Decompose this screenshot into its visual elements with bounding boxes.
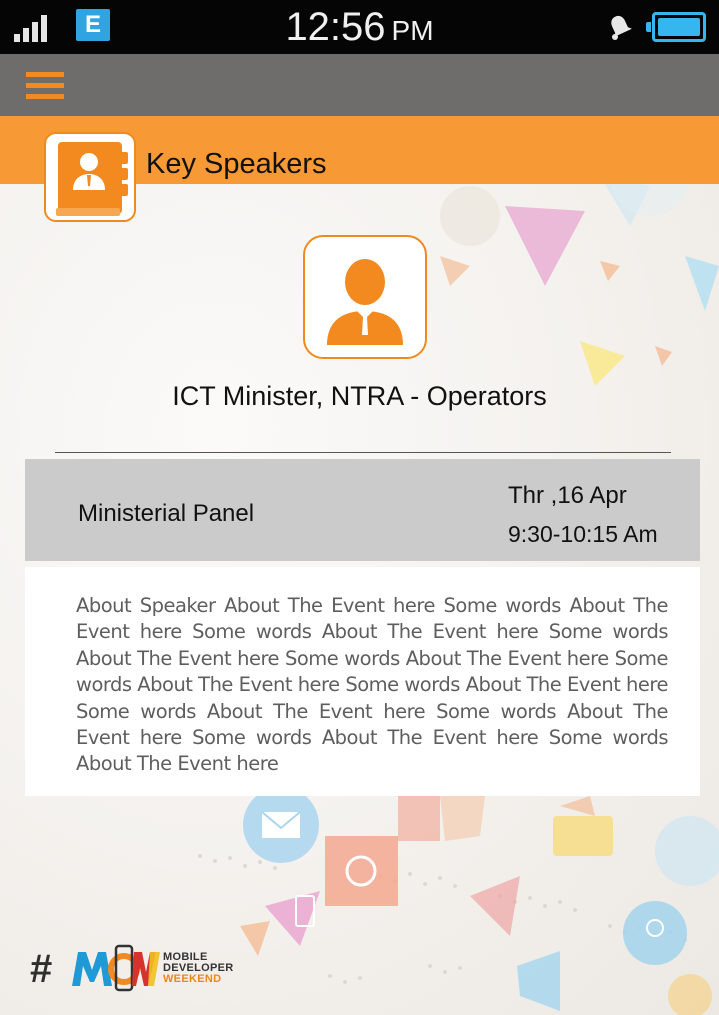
person-avatar-icon bbox=[303, 235, 427, 359]
battery-icon bbox=[646, 12, 706, 42]
speaker-name: ICT Minister, NTRA - Operators bbox=[172, 381, 547, 411]
status-bar: E 12:56 PM bbox=[0, 0, 719, 54]
bell-icon bbox=[611, 15, 632, 40]
about-text: About Speaker About The Event here Some … bbox=[76, 594, 669, 776]
mdw-logo-icon bbox=[72, 944, 160, 992]
address-book-icon bbox=[44, 132, 136, 222]
clock-ampm: PM bbox=[391, 15, 434, 46]
session-title: Ministerial Panel bbox=[78, 500, 255, 527]
nav-bar bbox=[0, 54, 719, 116]
page-title: Key Speakers bbox=[146, 148, 327, 180]
hashtag-symbol: # bbox=[30, 947, 53, 991]
divider bbox=[55, 452, 671, 453]
session-time: 9:30-10:15 Am bbox=[508, 521, 658, 547]
hamburger-menu-icon[interactable] bbox=[26, 72, 66, 100]
logo-text-line-3: WEEKEND bbox=[163, 973, 222, 985]
clock-time: 12:56 bbox=[285, 5, 386, 49]
session-date: Thr ,16 Apr bbox=[508, 482, 627, 509]
